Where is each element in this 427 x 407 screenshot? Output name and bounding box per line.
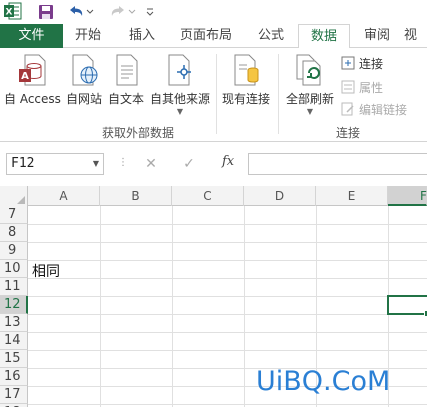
grid-line [28,350,427,351]
chevron-down-icon: ▼ [92,159,99,168]
grid-line [244,206,245,407]
connections-label: 连接 [359,56,384,71]
connections-group-label: 连接 [336,126,361,140]
from-other-sources-label: 自其他来源 [150,92,211,106]
tab-insert[interactable]: 插入 [116,24,168,48]
row-header-selected[interactable]: 12 [0,296,28,314]
tab-home[interactable]: 开始 [64,24,112,48]
formula-bar: F12 ▼ ⋮ ✕ ✓ fx [0,142,427,186]
from-access-label: 自 Access [4,92,61,106]
redo-icon[interactable] [106,2,138,22]
from-other-sources-button[interactable]: 自其他来源 ▼ [150,52,210,116]
active-cell-f12[interactable] [387,295,427,317]
insert-function-button[interactable]: fx [222,154,234,169]
cell-a10[interactable]: 相同 [32,261,60,281]
row-header[interactable]: 10 [0,260,28,278]
get-external-data-group-label: 获取外部数据 [102,126,175,140]
group-separator [216,54,217,134]
row-header[interactable]: 13 [0,314,28,332]
column-header-c[interactable]: C [172,186,244,206]
ribbon-tabs: 文件 开始 插入 页面布局 公式 数据 审阅 视 [0,24,427,49]
row-header[interactable]: 17 [0,386,28,404]
excel-logo-icon[interactable]: X [4,2,22,20]
save-icon[interactable] [36,2,56,22]
grid-line [172,206,173,407]
tab-view[interactable]: 视 [404,24,427,48]
row-header[interactable]: 7 [0,206,28,224]
from-web-label: 自网站 [66,92,103,106]
grid-line [28,242,427,243]
tab-page-layout[interactable]: 页面布局 [168,24,244,48]
existing-connections-label: 现有连接 [222,92,271,106]
grid-line [28,404,427,405]
svg-text:A: A [22,71,30,82]
tab-file[interactable]: 文件 [0,24,63,48]
column-header-f[interactable]: F [388,186,427,206]
name-box[interactable]: F12 ▼ [6,153,104,175]
connections-icon [340,55,356,71]
row-header[interactable]: 15 [0,350,28,368]
properties-button[interactable]: 属性 [340,78,383,96]
grid-line [28,296,427,297]
column-header-d[interactable]: D [244,186,316,206]
from-access-button[interactable]: A 自 Access [4,52,61,107]
quick-access-toolbar: X [0,0,427,24]
existing-connections-button[interactable]: 现有连接 [222,52,270,107]
formula-input[interactable] [248,153,427,175]
grid-line [28,314,427,315]
edit-links-icon [340,101,356,117]
chevron-down-icon: ▼ [306,107,314,116]
column-header-b[interactable]: B [100,186,172,206]
cancel-formula-icon[interactable]: ✕ [140,153,162,175]
grid-line [100,206,101,407]
other-sources-icon [163,52,197,88]
refresh-all-label: 全部刷新 [286,92,335,106]
connections-button[interactable]: 连接 [340,54,383,72]
grid-line [28,332,427,333]
grid-line [28,278,427,279]
grid-line [28,224,427,225]
edit-links-label: 编辑链接 [359,102,408,117]
from-web-button[interactable]: 自网站 [66,52,102,107]
chevron-down-icon: ▼ [176,107,184,116]
tab-review[interactable]: 审阅 [354,24,400,48]
row-header[interactable]: 11 [0,278,28,296]
enter-formula-icon[interactable]: ✓ [178,153,200,175]
refresh-all-icon [293,52,327,88]
select-all-button[interactable] [0,186,28,206]
properties-icon [340,79,356,95]
customize-toolbar-icon[interactable] [144,2,156,22]
from-text-button[interactable]: 自文本 [108,52,144,107]
column-header-e[interactable]: E [316,186,388,206]
column-header-a[interactable]: A [28,186,100,206]
tab-data[interactable]: 数据 [298,24,350,49]
row-header[interactable]: 14 [0,332,28,350]
web-icon [67,52,101,88]
edit-links-button[interactable]: 编辑链接 [340,100,407,118]
column-headers: A B C D E F [0,186,427,206]
group-separator [278,54,279,134]
row-header[interactable]: 8 [0,224,28,242]
undo-icon[interactable] [64,2,96,22]
existing-connections-icon [229,52,263,88]
properties-label: 属性 [359,80,384,95]
watermark-text: UiBQ.CoM [256,366,391,397]
from-text-label: 自文本 [108,92,145,106]
row-header[interactable]: 9 [0,242,28,260]
refresh-all-button[interactable]: 全部刷新 ▼ [286,52,334,116]
tab-formulas[interactable]: 公式 [248,24,294,48]
grid-line [28,260,427,261]
text-file-icon [109,52,143,88]
access-icon: A [15,52,49,88]
formula-bar-grip-icon: ⋮ [118,157,128,168]
svg-text:X: X [6,8,13,18]
name-box-value: F12 [11,156,35,171]
row-header[interactable]: 16 [0,368,28,386]
ribbon-data: A 自 Access 自网站 自文本 自其他来源 ▼ 获取外部数据 现有连接 全… [0,48,427,142]
